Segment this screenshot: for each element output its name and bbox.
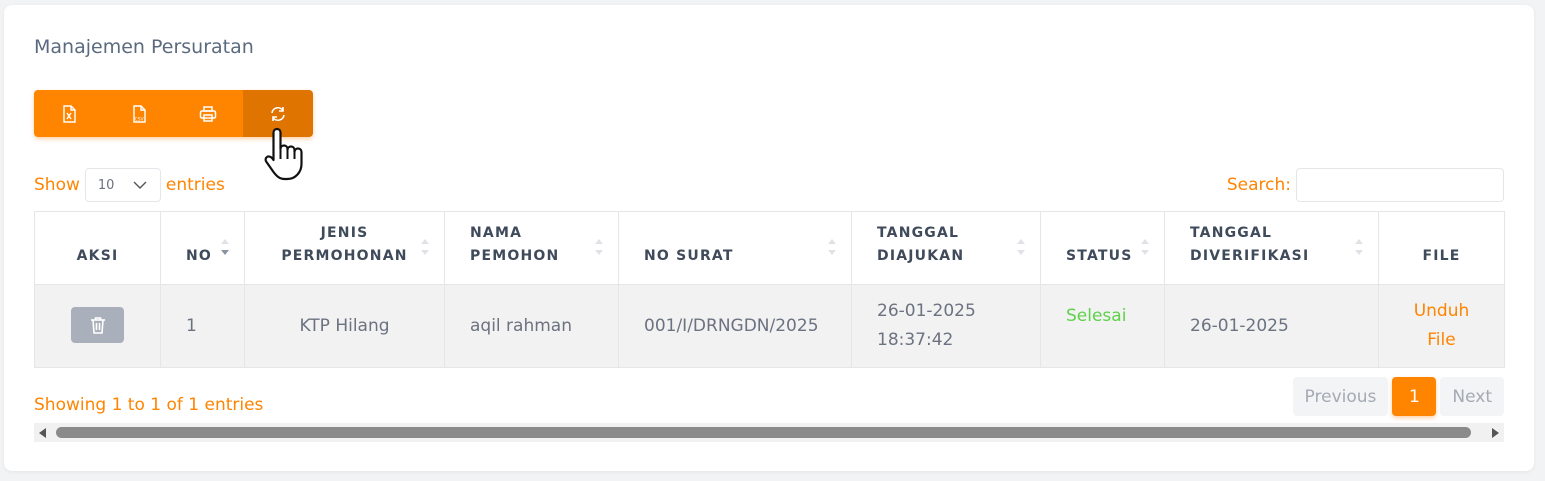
entries-per-page-select[interactable]: 10 xyxy=(84,168,161,202)
column-header-jenis-permohonan[interactable]: JENIS PERMOHONAN xyxy=(244,211,445,285)
scroll-right-arrow-icon[interactable] xyxy=(1492,428,1499,438)
sort-icon xyxy=(595,239,603,255)
next-page-button[interactable]: Next xyxy=(1440,377,1504,416)
entries-label: entries xyxy=(165,175,225,195)
previous-page-button[interactable]: Previous xyxy=(1292,377,1389,416)
trash-icon xyxy=(90,317,105,334)
tanggal-diajukan-time: 18:37:42 xyxy=(877,330,954,350)
csv-file-icon: CSV xyxy=(132,104,146,123)
cell-no-surat: 001/I/DRNGDN/2025 xyxy=(618,284,852,368)
sort-icon xyxy=(828,239,836,255)
column-header-tanggal-diajukan[interactable]: TANGGAL DIAJUKAN xyxy=(851,211,1041,285)
excel-file-icon xyxy=(63,104,76,123)
refresh-icon xyxy=(271,106,285,121)
table-info: Showing 1 to 1 of 1 entries xyxy=(34,395,264,415)
search-input[interactable] xyxy=(1296,168,1504,202)
cell-aksi xyxy=(34,284,161,368)
printer-icon xyxy=(200,105,217,122)
sort-desc-icon xyxy=(221,239,229,255)
pagination: Previous 1 Next xyxy=(1292,377,1504,416)
chevron-down-icon xyxy=(133,181,147,189)
page-1-button[interactable]: 1 xyxy=(1392,377,1437,416)
sort-icon xyxy=(421,239,429,255)
table-search: Search: xyxy=(1227,168,1504,202)
svg-text:CSV: CSV xyxy=(134,116,144,122)
column-header-aksi: AKSI xyxy=(34,211,161,285)
letters-table: AKSI NO JENIS PERMOHONAN NAMA PEMOHON NO S… xyxy=(34,211,1505,368)
sort-icon xyxy=(1355,239,1363,255)
cell-file: Unduh File xyxy=(1378,284,1505,368)
scrollbar-thumb[interactable] xyxy=(56,427,1471,438)
tanggal-diajukan-date: 26-01-2025 xyxy=(877,301,976,321)
export-csv-button[interactable]: CSV xyxy=(103,90,174,137)
column-header-nama-pemohon[interactable]: NAMA PEMOHON xyxy=(444,211,619,285)
cell-jenis-permohonan: KTP Hilang xyxy=(244,284,445,368)
status-badge: Selesai xyxy=(1066,305,1127,326)
cell-no: 1 xyxy=(160,284,245,368)
cell-status: Selesai xyxy=(1040,284,1165,368)
column-header-tanggal-diverifikasi[interactable]: TANGGAL DIVERIFIKASI xyxy=(1164,211,1379,285)
entries-per-page-value: 10 xyxy=(97,177,115,193)
download-file-link[interactable]: Unduh File xyxy=(1414,301,1470,350)
column-header-status[interactable]: STATUS xyxy=(1040,211,1165,285)
export-excel-button[interactable] xyxy=(34,90,104,137)
search-label: Search: xyxy=(1226,175,1291,195)
hand-pointer-cursor-icon xyxy=(264,127,303,181)
sort-icon xyxy=(1017,239,1025,255)
column-header-no[interactable]: NO xyxy=(160,211,245,285)
column-header-file: FILE xyxy=(1378,211,1505,285)
print-button[interactable] xyxy=(173,90,244,137)
sort-icon xyxy=(1141,239,1149,255)
table-header-row: AKSI NO JENIS PERMOHONAN NAMA PEMOHON NO S… xyxy=(34,211,1505,285)
cell-nama-pemohon: aqil rahman xyxy=(444,284,619,368)
letter-management-card: Manajemen Persuratan CSV Show 10 entries… xyxy=(4,5,1534,471)
scroll-left-arrow-icon[interactable] xyxy=(39,428,46,438)
horizontal-scrollbar[interactable] xyxy=(34,423,1504,442)
page-title: Manajemen Persuratan xyxy=(34,36,254,58)
cell-tanggal-diverifikasi: 26-01-2025 xyxy=(1164,284,1379,368)
delete-button[interactable] xyxy=(71,307,124,343)
show-label: Show xyxy=(34,175,80,195)
cell-tanggal-diajukan: 26-01-2025 18:37:42 xyxy=(851,284,1041,368)
column-header-no-surat[interactable]: NO SURAT xyxy=(618,211,852,285)
entries-length-control: Show 10 entries xyxy=(34,168,225,202)
table-row: 1 KTP Hilang aqil rahman 001/I/DRNGDN/20… xyxy=(34,284,1505,368)
